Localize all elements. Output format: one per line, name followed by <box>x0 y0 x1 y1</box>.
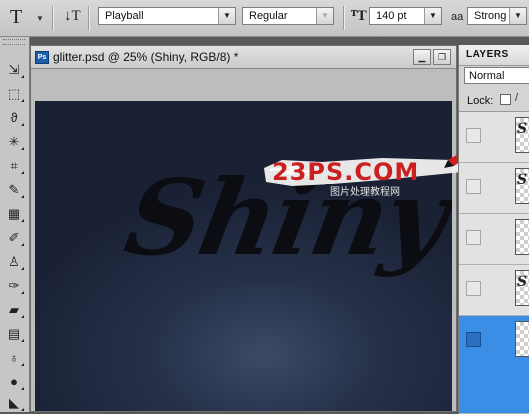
options-bar: T ▼ ↓T Playball ▼ Regular ▼ ᵀT 140 pt ▼ … <box>0 0 529 37</box>
font-family-select[interactable]: Playball ▼ <box>98 7 236 25</box>
marquee-tool-icon[interactable]: ⬚ <box>4 85 24 103</box>
layer-thumbnail <box>515 321 529 357</box>
blend-mode-value: Normal <box>469 70 505 82</box>
layer-visibility-toggle[interactable] <box>466 179 481 194</box>
document-window: Ps glitter.psd @ 25% (Shiny, RGB/8) * ▁ … <box>30 45 457 412</box>
chevron-down-icon[interactable]: ▼ <box>218 8 235 24</box>
gradient-tool-icon[interactable]: ▤ <box>4 325 24 343</box>
antialias-icon: aa <box>451 11 464 23</box>
lock-label: Lock: <box>467 95 494 107</box>
antialias-select[interactable]: Strong ▼ <box>467 7 527 25</box>
blur-tool-icon[interactable]: ♁ <box>4 349 24 367</box>
lock-image-pixels-icon[interactable]: / <box>515 92 518 104</box>
font-size-value: 140 pt <box>376 10 407 22</box>
antialias-value: Strong <box>474 10 507 22</box>
font-style-select[interactable]: Regular ▼ <box>242 7 334 25</box>
eraser-tool-icon[interactable]: ▰ <box>4 301 24 319</box>
chevron-down-icon[interactable]: ▼ <box>509 8 526 24</box>
document-title: glitter.psd @ 25% (Shiny, RGB/8) * <box>53 50 239 64</box>
options-divider <box>88 6 90 30</box>
options-divider <box>343 6 345 30</box>
pen-tool-icon[interactable]: ◣ <box>4 394 24 412</box>
crop-tool-icon[interactable]: ⌗ <box>4 157 24 175</box>
layer-thumbnail: S <box>515 117 529 153</box>
chevron-down-icon[interactable]: ▼ <box>424 8 441 24</box>
chevron-down-icon[interactable]: ▼ <box>316 8 333 24</box>
layers-tab-label: LAYERS <box>466 49 509 60</box>
layer-row[interactable] <box>459 214 529 265</box>
layer-list: S S S <box>459 111 529 414</box>
lasso-tool-icon[interactable]: ϑ <box>4 109 24 127</box>
layer-row[interactable]: S <box>459 112 529 163</box>
layer-thumbnail: S <box>515 270 529 306</box>
spot-healing-tool-icon[interactable]: ▦ <box>4 205 24 223</box>
layer-visibility-toggle[interactable] <box>466 230 481 245</box>
magic-wand-tool-icon[interactable]: ✳ <box>4 133 24 151</box>
clone-stamp-tool-icon[interactable]: ♙ <box>4 253 24 271</box>
document-tab[interactable]: Ps glitter.psd @ 25% (Shiny, RGB/8) * ▁ … <box>31 46 456 69</box>
brush-tool-icon[interactable]: ✐ <box>4 229 24 247</box>
watermark-logo: 23PS.COM 图片处理教程网 <box>264 152 468 198</box>
canvas-area[interactable]: Shiny <box>31 69 456 411</box>
font-family-value: Playball <box>105 10 144 22</box>
tool-preset-dropdown-icon[interactable]: ▼ <box>36 14 44 23</box>
dodge-tool-icon[interactable]: ● <box>4 373 24 391</box>
layer-thumbnail <box>515 219 529 255</box>
lock-row: Lock: / <box>459 89 529 111</box>
eyedropper-tool-icon[interactable]: ✎ <box>4 181 24 199</box>
tab-layers[interactable]: LAYERS <box>459 45 529 66</box>
layer-row[interactable]: S <box>459 265 529 316</box>
svg-text:图片处理教程网: 图片处理教程网 <box>330 185 400 198</box>
font-size-icon: ᵀT <box>351 8 367 24</box>
svg-text:23PS.COM: 23PS.COM <box>272 158 419 186</box>
toolbox: ⇲ ⬚ ϑ ✳ ⌗ ✎ ▦ ✐ ♙ ✑ ▰ ▤ ♁ ● ◣ <box>0 37 30 412</box>
canvas[interactable]: Shiny <box>35 101 452 411</box>
history-brush-tool-icon[interactable]: ✑ <box>4 277 24 295</box>
layer-visibility-toggle[interactable] <box>466 281 481 296</box>
minimize-icon[interactable]: ▁ <box>413 49 431 65</box>
blend-mode-select[interactable]: Normal <box>464 67 529 84</box>
type-tool-icon[interactable]: T <box>10 6 22 29</box>
layer-row[interactable]: S <box>459 163 529 214</box>
toolbox-grip[interactable] <box>3 39 25 45</box>
lock-transparent-pixels-icon[interactable] <box>500 94 511 105</box>
layer-row-selected[interactable] <box>459 316 529 414</box>
layer-thumbnail: S <box>515 168 529 204</box>
layers-panel: LAYERS Normal Lock: / S S S <box>458 45 529 414</box>
photoshop-file-icon: Ps <box>35 51 49 64</box>
move-tool-icon[interactable]: ⇲ <box>4 61 24 79</box>
font-size-field[interactable]: 140 pt ▼ <box>369 7 442 25</box>
font-style-value: Regular <box>249 10 288 22</box>
text-orientation-icon[interactable]: ↓T <box>64 8 81 25</box>
options-divider <box>52 6 54 30</box>
layer-visibility-toggle[interactable] <box>466 332 481 347</box>
layer-visibility-toggle[interactable] <box>466 128 481 143</box>
restore-icon[interactable]: ❐ <box>433 49 451 65</box>
